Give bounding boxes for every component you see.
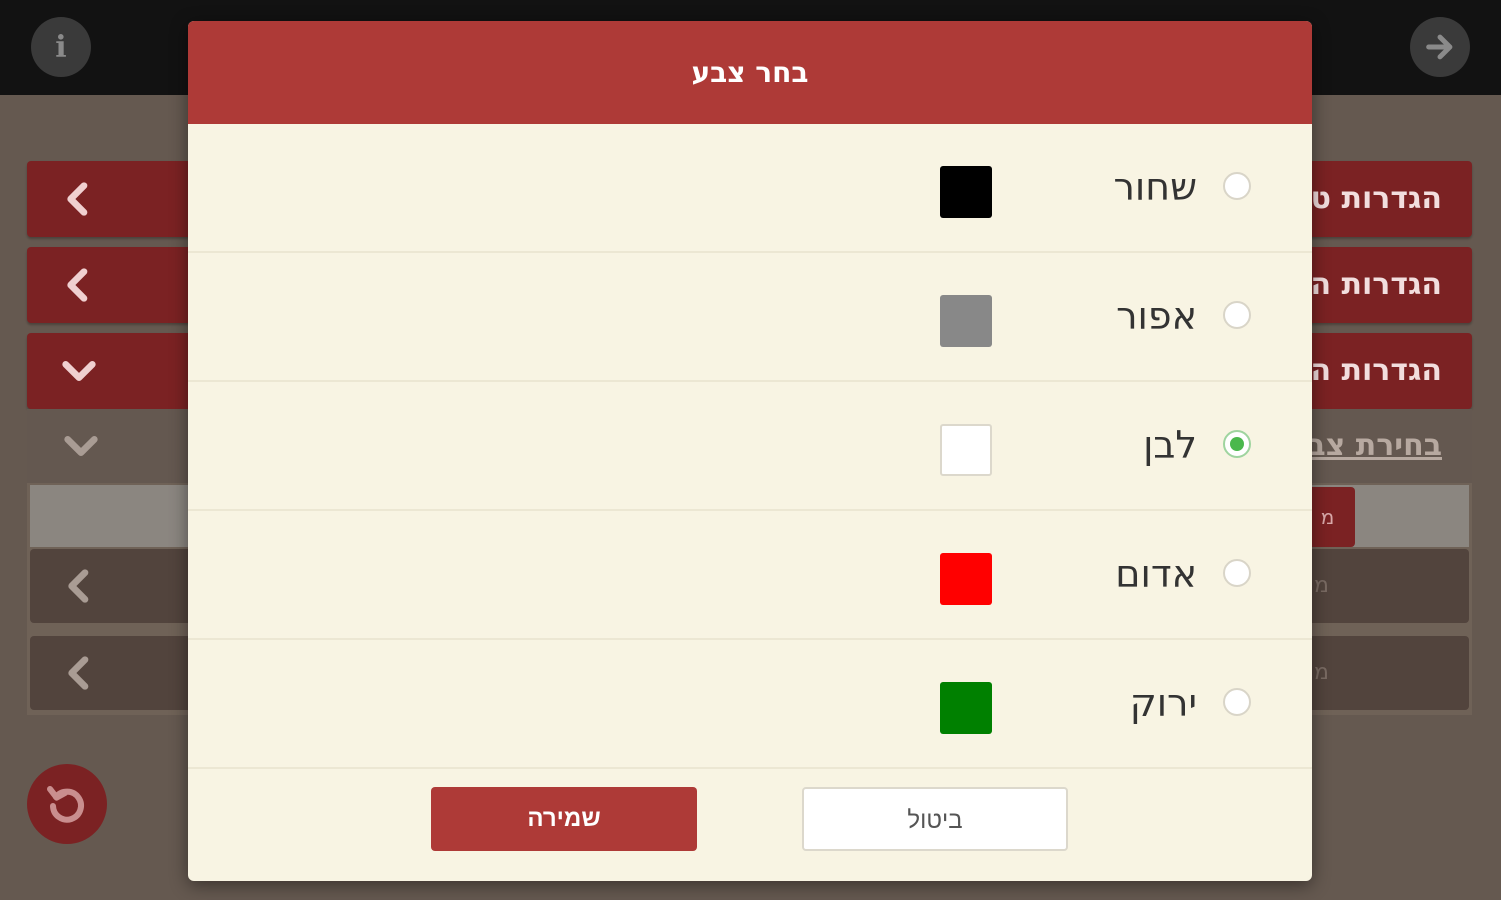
chevron-down-icon <box>62 361 96 381</box>
color-option-grey[interactable]: אפור <box>188 253 1312 382</box>
color-option-label: אדום <box>1115 552 1197 596</box>
color-swatch <box>940 295 992 347</box>
color-swatch <box>940 424 992 476</box>
sub-row-label: מ <box>1314 660 1329 685</box>
settings-row-label: הגדרות ט <box>1310 181 1442 216</box>
color-option-label: אפור <box>1116 294 1197 338</box>
save-button[interactable]: שמירה <box>431 787 697 851</box>
color-option-white[interactable]: לבן <box>188 382 1312 511</box>
chevron-down-icon <box>64 436 98 456</box>
reset-button[interactable] <box>27 764 107 844</box>
color-picker-dialog: בחר צבע שחור אפור לבן אדום ירוק שמירה בי… <box>188 21 1312 881</box>
radio-button[interactable] <box>1223 688 1251 716</box>
forward-button[interactable] <box>1410 17 1470 77</box>
color-option-label: שחור <box>1113 165 1197 209</box>
info-icon: i <box>55 29 67 65</box>
cancel-button[interactable]: ביטול <box>802 787 1068 851</box>
color-swatch <box>940 682 992 734</box>
color-option-label: ירוק <box>1129 681 1197 725</box>
color-option-green[interactable]: ירוק <box>188 640 1312 769</box>
dialog-title: בחר צבע <box>188 21 1312 124</box>
color-choice-label: בחירת צב <box>1307 428 1442 463</box>
settings-row-label: הגדרות ה <box>1310 353 1442 388</box>
chevron-left-icon <box>68 656 89 690</box>
color-option-label: לבן <box>1143 423 1197 467</box>
color-swatch <box>940 166 992 218</box>
color-option-red[interactable]: אדום <box>188 511 1312 640</box>
info-button[interactable]: i <box>31 17 91 77</box>
chevron-left-icon <box>67 268 88 302</box>
radio-button[interactable] <box>1223 172 1251 200</box>
color-option-black[interactable]: שחור <box>188 124 1312 253</box>
radio-button[interactable] <box>1223 301 1251 329</box>
settings-row-label: הגדרות ה <box>1310 267 1442 302</box>
radio-button[interactable] <box>1223 430 1251 458</box>
radio-button[interactable] <box>1223 559 1251 587</box>
chevron-left-icon <box>67 182 88 216</box>
dialog-footer: שמירה ביטול <box>188 766 1312 881</box>
color-swatch <box>940 553 992 605</box>
arrow-right-icon <box>1426 34 1453 60</box>
sub-row-label: מ <box>1314 573 1329 598</box>
reset-icon <box>47 786 84 823</box>
chevron-left-icon <box>68 569 89 603</box>
